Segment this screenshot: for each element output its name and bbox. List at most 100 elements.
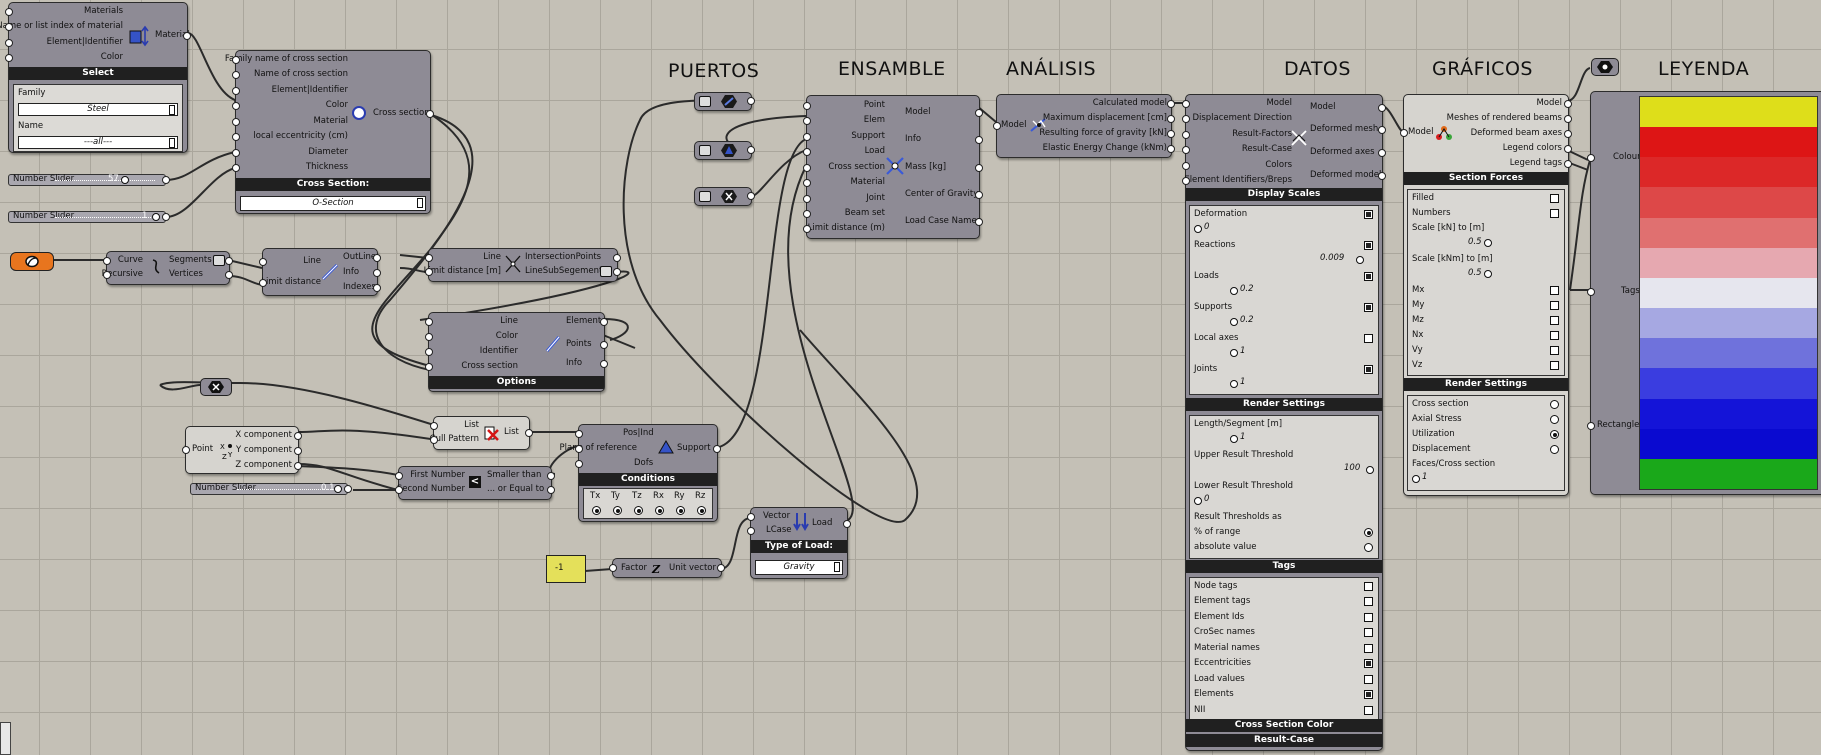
- output-port[interactable]: [975, 109, 983, 117]
- output-port[interactable]: [600, 341, 608, 349]
- expand-icon[interactable]: [699, 191, 711, 202]
- mx-checkbox[interactable]: [1550, 286, 1559, 295]
- faces-slider[interactable]: [1412, 475, 1420, 483]
- dof-radio[interactable]: [697, 506, 706, 515]
- tag-checkbox[interactable]: [1364, 690, 1373, 699]
- output-port[interactable]: [975, 136, 983, 144]
- support-component[interactable]: Pos|Ind Plane of reference Dofs Support …: [560, 424, 721, 522]
- tag-checkbox[interactable]: [1364, 706, 1373, 715]
- lower-threshold-slider[interactable]: [1194, 497, 1202, 505]
- input-port[interactable]: [803, 102, 811, 110]
- expand-icon[interactable]: [600, 266, 612, 277]
- output-port[interactable]: [183, 32, 191, 40]
- model-view-component[interactable]: Model Displacement Direction Result-Fact…: [1182, 94, 1386, 751]
- output-port[interactable]: [1378, 126, 1386, 134]
- input-port[interactable]: [103, 257, 111, 265]
- input-port[interactable]: [232, 118, 240, 126]
- input-port[interactable]: [575, 445, 583, 453]
- slider-knob[interactable]: [121, 176, 129, 184]
- output-port[interactable]: [975, 218, 983, 226]
- expand-icon[interactable]: [699, 96, 711, 107]
- output-port[interactable]: [613, 268, 621, 276]
- input-port[interactable]: [232, 56, 240, 64]
- loads-checkbox[interactable]: [1364, 272, 1373, 281]
- dof-radio[interactable]: [613, 506, 622, 515]
- intersect-component[interactable]: Line Limit distance [m] IntersectionPoin…: [424, 248, 621, 282]
- utilization-radio[interactable]: [1550, 430, 1559, 439]
- line-to-beam-component[interactable]: Line Limit distance OutLine Info Indexes: [259, 248, 381, 296]
- input-port[interactable]: [5, 39, 13, 47]
- dof-radio[interactable]: [592, 506, 601, 515]
- input-port[interactable]: [1587, 288, 1595, 296]
- input-port[interactable]: [232, 71, 240, 79]
- input-port[interactable]: [1587, 422, 1595, 430]
- legend-component[interactable]: Colour Tags Rectangle: [1587, 91, 1821, 495]
- output-port[interactable]: [747, 146, 755, 154]
- input-port[interactable]: [425, 333, 433, 341]
- input-port[interactable]: [803, 179, 811, 187]
- analysis-component[interactable]: Model Calculated model Maximum displacem…: [993, 94, 1175, 158]
- smaller-than-component[interactable]: First Number Second Number < Smaller tha…: [395, 466, 555, 500]
- input-port[interactable]: [803, 195, 811, 203]
- section-type-dropdown[interactable]: O-Section: [240, 196, 426, 211]
- output-port[interactable]: [975, 164, 983, 172]
- output-port[interactable]: [1564, 145, 1572, 153]
- vy-checkbox[interactable]: [1550, 346, 1559, 355]
- legend-relay[interactable]: [1591, 58, 1619, 76]
- tag-checkbox[interactable]: [1364, 659, 1373, 668]
- output-port[interactable]: [547, 486, 555, 494]
- input-port[interactable]: [425, 318, 433, 326]
- input-port[interactable]: [232, 149, 240, 157]
- output-port[interactable]: [717, 564, 725, 572]
- dof-radio[interactable]: [634, 506, 643, 515]
- tag-checkbox[interactable]: [1364, 597, 1373, 606]
- output-port[interactable]: [294, 432, 302, 440]
- input-port[interactable]: [1400, 129, 1408, 137]
- factor-panel[interactable]: -1: [546, 555, 586, 583]
- input-port[interactable]: [1587, 154, 1595, 162]
- reactions-slider[interactable]: [1356, 256, 1364, 264]
- tag-checkbox[interactable]: [1364, 644, 1373, 653]
- length-slider[interactable]: [1230, 435, 1238, 443]
- input-port[interactable]: [1182, 131, 1190, 139]
- output-port[interactable]: [1564, 100, 1572, 108]
- input-port[interactable]: [430, 436, 438, 444]
- percent-range-radio[interactable]: [1364, 528, 1373, 537]
- input-port[interactable]: [103, 271, 111, 279]
- load-type-dropdown[interactable]: Gravity: [755, 560, 843, 575]
- slider-knob[interactable]: [334, 485, 342, 493]
- output-port[interactable]: [1378, 104, 1386, 112]
- curve-param[interactable]: [10, 252, 54, 271]
- slider-knob[interactable]: [152, 213, 160, 221]
- output-port[interactable]: [975, 191, 983, 199]
- output-port[interactable]: [162, 213, 170, 221]
- joints-slider[interactable]: [1230, 380, 1238, 388]
- supports-checkbox[interactable]: [1364, 303, 1373, 312]
- output-port[interactable]: [1564, 160, 1572, 168]
- cross-section-component[interactable]: Family name of cross section Name of cro…: [225, 50, 434, 214]
- mz-checkbox[interactable]: [1550, 316, 1559, 325]
- local-axes-slider[interactable]: [1230, 349, 1238, 357]
- input-port[interactable]: [232, 133, 240, 141]
- input-port[interactable]: [803, 117, 811, 125]
- expand-icon[interactable]: [699, 145, 711, 156]
- local-axes-checkbox[interactable]: [1364, 334, 1373, 343]
- tag-checkbox[interactable]: [1364, 613, 1373, 622]
- unit-vector-component[interactable]: Factor Z Unit vector: [609, 558, 725, 578]
- cross-section-radio[interactable]: [1550, 400, 1559, 409]
- input-port[interactable]: [1182, 177, 1190, 185]
- output-port[interactable]: [344, 485, 352, 493]
- output-port[interactable]: [600, 318, 608, 326]
- input-port[interactable]: [747, 527, 755, 535]
- loads-slider[interactable]: [1230, 287, 1238, 295]
- input-port[interactable]: [1182, 162, 1190, 170]
- input-port[interactable]: [425, 268, 433, 276]
- filled-checkbox[interactable]: [1550, 194, 1559, 203]
- output-port[interactable]: [373, 254, 381, 262]
- name-dropdown[interactable]: ---all---: [18, 136, 178, 149]
- deformation-checkbox[interactable]: [1364, 210, 1373, 219]
- output-port[interactable]: [294, 447, 302, 455]
- assemble-component[interactable]: Point Elem Support Load Cross section Ma…: [803, 95, 983, 239]
- number-slider-1[interactable]: Number Slider 57: [8, 174, 170, 186]
- vz-checkbox[interactable]: [1550, 361, 1559, 370]
